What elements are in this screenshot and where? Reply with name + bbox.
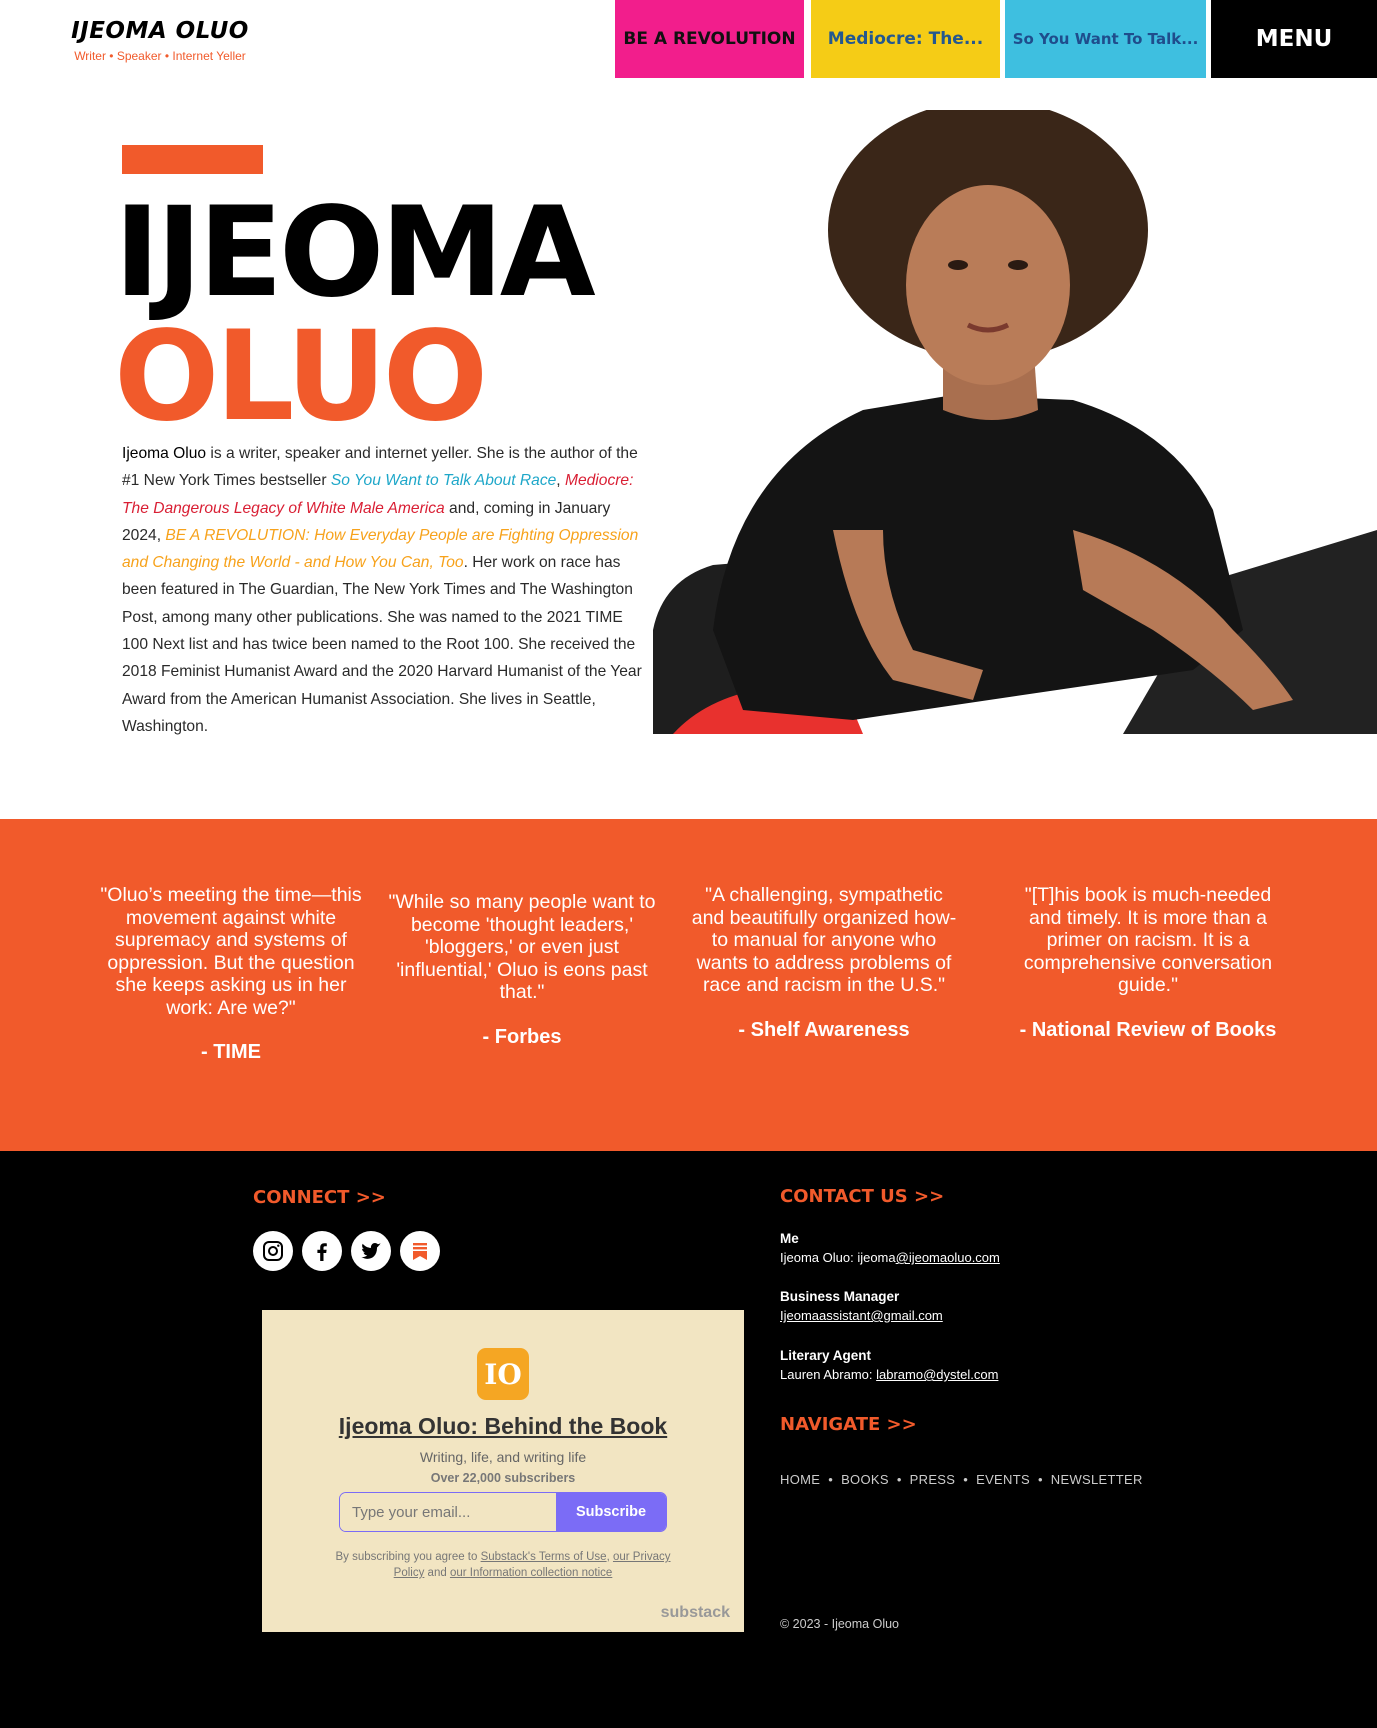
connect-heading: CONNECT >>	[253, 1187, 386, 1208]
contact-label: Literary Agent	[780, 1348, 872, 1363]
terms-text: By subscribing you agree to	[335, 1551, 481, 1563]
footer-nav-events[interactable]: EVENTS	[976, 1472, 1030, 1487]
email-input[interactable]	[340, 1493, 556, 1531]
footer-nav-press[interactable]: PRESS	[910, 1472, 956, 1487]
quote-card: "[T]his book is much-needed and timely. …	[1013, 884, 1283, 1042]
subscribe-form: Subscribe	[339, 1492, 667, 1532]
quote-source: - National Review of Books	[1019, 1018, 1277, 1041]
site-logo[interactable]: IJEOMA OLUO Writer • Speaker • Internet …	[60, 18, 260, 63]
quote-source: - Shelf Awareness	[738, 1018, 910, 1041]
press-quotes-section: "Oluo’s meeting the time—this movement a…	[0, 819, 1377, 1151]
newsletter-logo: IO	[477, 1348, 529, 1400]
terms-text: and	[424, 1567, 450, 1579]
contact-business-manager: Business Manager Ijeomaassistant@gmail.c…	[780, 1287, 943, 1325]
contact-text: Lauren Abramo:	[780, 1367, 877, 1382]
newsletter-subtitle: Writing, life, and writing life	[419, 1449, 587, 1465]
footer-nav-books[interactable]: BOOKS	[841, 1472, 889, 1487]
hero-last-name: OLUO	[114, 305, 488, 449]
newsletter-logo-text: IO	[484, 1357, 522, 1391]
quote-card: "A challenging, sympathetic and beautifu…	[689, 884, 959, 1042]
contact-email-link[interactable]: labramo@dystel.com	[876, 1367, 998, 1382]
contact-label: Me	[780, 1231, 799, 1246]
newsletter-title[interactable]: Ijeoma Oluo: Behind the Book	[262, 1413, 744, 1440]
site-footer: CONNECT >> IO Ijeoma Oluo: Behind the Bo…	[0, 1151, 1377, 1728]
nav-tab-mediocre[interactable]: Mediocre: The...	[811, 0, 1000, 78]
terms-link[interactable]: Substack's Terms of Use	[481, 1551, 607, 1563]
contact-heading: CONTACT US >>	[780, 1186, 945, 1207]
copyright: © 2023 - Ijeoma Oluo	[780, 1617, 899, 1631]
quote-source: - Forbes	[482, 1025, 562, 1048]
contact-text: Ijeoma Oluo: ijeoma	[780, 1250, 896, 1265]
substack-wordmark[interactable]: substack	[661, 1604, 730, 1622]
quote-text: "While so many people want to become 'th…	[388, 891, 656, 1003]
brand-name: IJEOMA OLUO	[71, 18, 249, 44]
contact-me: Me Ijeoma Oluo: ijeoma@ijeomaoluo.com	[780, 1229, 1000, 1267]
quote-text: "[T]his book is much-needed and timely. …	[1023, 884, 1273, 996]
contact-email-link[interactable]: @ijeomaoluo.com	[896, 1250, 1000, 1265]
nav-separator: •	[828, 1472, 834, 1487]
book-link-talk-about-race[interactable]: So You Want to Talk About Race	[331, 472, 556, 489]
info-collection-link[interactable]: our Information collection notice	[450, 1567, 612, 1579]
bio-text: . Her work on race has been featured in …	[122, 554, 642, 735]
quote-card: "While so many people want to become 'th…	[387, 891, 657, 1049]
menu-button[interactable]: MENU	[1211, 0, 1377, 78]
subscriber-count: Over 22,000 subscribers	[430, 1471, 576, 1485]
footer-nav-newsletter[interactable]: NEWSLETTER	[1051, 1472, 1143, 1487]
subscribe-terms: By subscribing you agree to Substack's T…	[332, 1549, 674, 1581]
navigate-heading: NAVIGATE >>	[780, 1414, 917, 1435]
hero-first-name: IJEOMA	[114, 181, 596, 325]
nav-tab-so-you-want-to-talk[interactable]: So You Want To Talk...	[1005, 0, 1206, 78]
bio-text: ,	[556, 472, 565, 490]
quote-text: "Oluo’s meeting the time—this movement a…	[100, 884, 362, 1019]
accent-bar	[122, 145, 263, 174]
quote-source: - TIME	[201, 1041, 261, 1063]
footer-nav: HOME • BOOKS • PRESS • EVENTS • NEWSLETT…	[780, 1472, 1143, 1487]
quote-card: "Oluo’s meeting the time—this movement a…	[96, 884, 366, 1064]
footer-nav-home[interactable]: HOME	[780, 1472, 820, 1487]
quote-text: "A challenging, sympathetic and beautifu…	[691, 884, 957, 996]
author-portrait	[653, 110, 1377, 734]
social-links	[253, 1231, 440, 1271]
instagram-icon[interactable]	[253, 1231, 293, 1271]
twitter-icon[interactable]	[351, 1231, 391, 1271]
bio-paragraph: Ijeoma Oluo is a writer, speaker and int…	[122, 440, 647, 740]
nav-separator: •	[1037, 1472, 1043, 1487]
contact-literary-agent: Literary Agent Lauren Abramo: labramo@dy…	[780, 1346, 998, 1384]
substack-embed: IO Ijeoma Oluo: Behind the Book Writing,…	[262, 1310, 744, 1632]
substack-icon[interactable]	[400, 1231, 440, 1271]
contact-label: Business Manager	[780, 1289, 900, 1304]
nav-tab-be-a-revolution[interactable]: BE A REVOLUTION	[615, 0, 804, 78]
site-header: IJEOMA OLUO Writer • Speaker • Internet …	[0, 0, 1377, 78]
contact-email-link[interactable]: Ijeomaassistant@gmail.com	[780, 1308, 943, 1323]
nav-separator: •	[896, 1472, 902, 1487]
brand-tagline: Writer • Speaker • Internet Yeller	[74, 49, 246, 63]
nav-separator: •	[963, 1472, 969, 1487]
subscribe-button[interactable]: Subscribe	[556, 1493, 666, 1531]
facebook-icon[interactable]	[302, 1231, 342, 1271]
bio-name: Ijeoma Oluo	[122, 445, 207, 462]
